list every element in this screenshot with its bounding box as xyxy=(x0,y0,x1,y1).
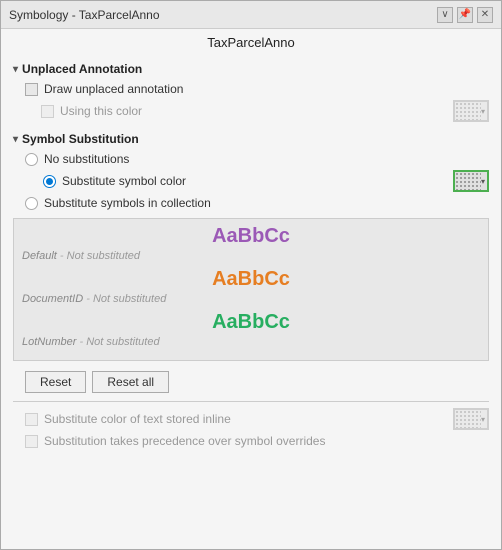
substitute-symbols-collection-label: Substitute symbols in collection xyxy=(44,196,211,210)
substitute-symbols-collection-row: Substitute symbols in collection xyxy=(13,194,489,212)
substitution-precedence-label: Substitution takes precedence over symbo… xyxy=(44,434,325,448)
color-picker-arrow-icon: ▾ xyxy=(481,107,485,116)
preview-field-default: Default xyxy=(22,250,57,262)
reset-all-button[interactable]: Reset all xyxy=(92,371,169,393)
preview-item-default: AaBbCc Default - Not substituted xyxy=(22,225,480,262)
minimize-button[interactable]: ∨ xyxy=(437,7,453,23)
preview-status-default: Not substituted xyxy=(67,250,140,262)
substitute-color-picker-arrow-icon: ▾ xyxy=(481,177,485,186)
substitution-arrow-icon: ▾ xyxy=(13,134,18,145)
substitute-color-picker[interactable]: ▾ xyxy=(453,170,489,192)
substitute-symbol-color-label: Substitute symbol color xyxy=(62,174,186,188)
content-area: ▾ Unplaced Annotation Draw unplaced anno… xyxy=(1,54,501,549)
divider xyxy=(13,401,489,402)
substitution-precedence-row: Substitution takes precedence over symbo… xyxy=(13,432,489,450)
preview-item-lotnumber: AaBbCc LotNumber - Not substituted xyxy=(22,311,480,348)
button-row: Reset Reset all xyxy=(13,367,489,397)
window-title: Symbology - TaxParcelAnno xyxy=(9,8,160,22)
using-color-row: Using this color ▾ xyxy=(13,98,489,124)
preview-label-default: Default - Not substituted xyxy=(22,250,480,262)
substitute-color-inline-label: Substitute color of text stored inline xyxy=(44,412,231,426)
bottom-options: Substitute color of text stored inline ▾… xyxy=(13,406,489,450)
symbology-window: Symbology - TaxParcelAnno ∨ 📌 ✕ TaxParce… xyxy=(0,0,502,550)
close-button[interactable]: ✕ xyxy=(477,7,493,23)
using-color-label: Using this color xyxy=(60,104,142,118)
preview-label-lotnumber: LotNumber - Not substituted xyxy=(22,336,480,348)
pin-button[interactable]: 📌 xyxy=(457,7,473,23)
substitute-color-dot-pattern xyxy=(455,172,481,190)
unplaced-arrow-icon: ▾ xyxy=(13,64,18,75)
reset-button[interactable]: Reset xyxy=(25,371,86,393)
window-controls: ∨ 📌 ✕ xyxy=(437,7,493,23)
preview-sample-default: AaBbCc xyxy=(22,225,480,248)
preview-item-documentid: AaBbCc DocumentID - Not substituted xyxy=(22,268,480,305)
preview-sample-lotnumber: AaBbCc xyxy=(22,311,480,334)
unplaced-annotation-label: Unplaced Annotation xyxy=(22,62,142,76)
preview-box: AaBbCc Default - Not substituted AaBbCc … xyxy=(13,218,489,361)
draw-unplaced-checkbox[interactable] xyxy=(25,83,38,96)
preview-sample-documentid: AaBbCc xyxy=(22,268,480,291)
title-bar: Symbology - TaxParcelAnno ∨ 📌 ✕ xyxy=(1,1,501,29)
no-substitutions-label: No substitutions xyxy=(44,152,129,166)
substitute-color-inline-checkbox[interactable] xyxy=(25,413,38,426)
symbol-substitution-section-header: ▾ Symbol Substitution xyxy=(13,132,489,146)
substitute-symbol-color-row: Substitute symbol color ▾ xyxy=(13,168,489,194)
inline-color-dot-pattern xyxy=(455,410,481,428)
using-color-picker[interactable]: ▾ xyxy=(453,100,489,122)
preview-field-documentid: DocumentID xyxy=(22,293,83,305)
draw-unplaced-label: Draw unplaced annotation xyxy=(44,82,183,96)
no-substitutions-row: No substitutions xyxy=(13,150,489,168)
preview-label-documentid: DocumentID - Not substituted xyxy=(22,293,480,305)
inline-color-picker[interactable]: ▾ xyxy=(453,408,489,430)
inline-color-picker-arrow-icon: ▾ xyxy=(481,415,485,424)
preview-field-lotnumber: LotNumber xyxy=(22,336,76,348)
preview-status-documentid: Not substituted xyxy=(93,293,166,305)
substitute-symbol-color-inner: Substitute symbol color xyxy=(25,174,186,188)
color-dot-pattern xyxy=(455,102,481,120)
unplaced-annotation-section-header: ▾ Unplaced Annotation xyxy=(13,62,489,76)
using-color-checkbox[interactable] xyxy=(41,105,54,118)
substitute-color-inline-row: Substitute color of text stored inline ▾ xyxy=(13,406,489,432)
layer-name: TaxParcelAnno xyxy=(1,29,501,54)
symbol-substitution-label: Symbol Substitution xyxy=(22,132,139,146)
substitution-precedence-checkbox[interactable] xyxy=(25,435,38,448)
substitute-symbol-color-radio[interactable] xyxy=(43,175,56,188)
no-substitutions-radio[interactable] xyxy=(25,153,38,166)
draw-unplaced-row: Draw unplaced annotation xyxy=(13,80,489,98)
substitute-symbols-collection-radio[interactable] xyxy=(25,197,38,210)
preview-status-lotnumber: Not substituted xyxy=(86,336,159,348)
